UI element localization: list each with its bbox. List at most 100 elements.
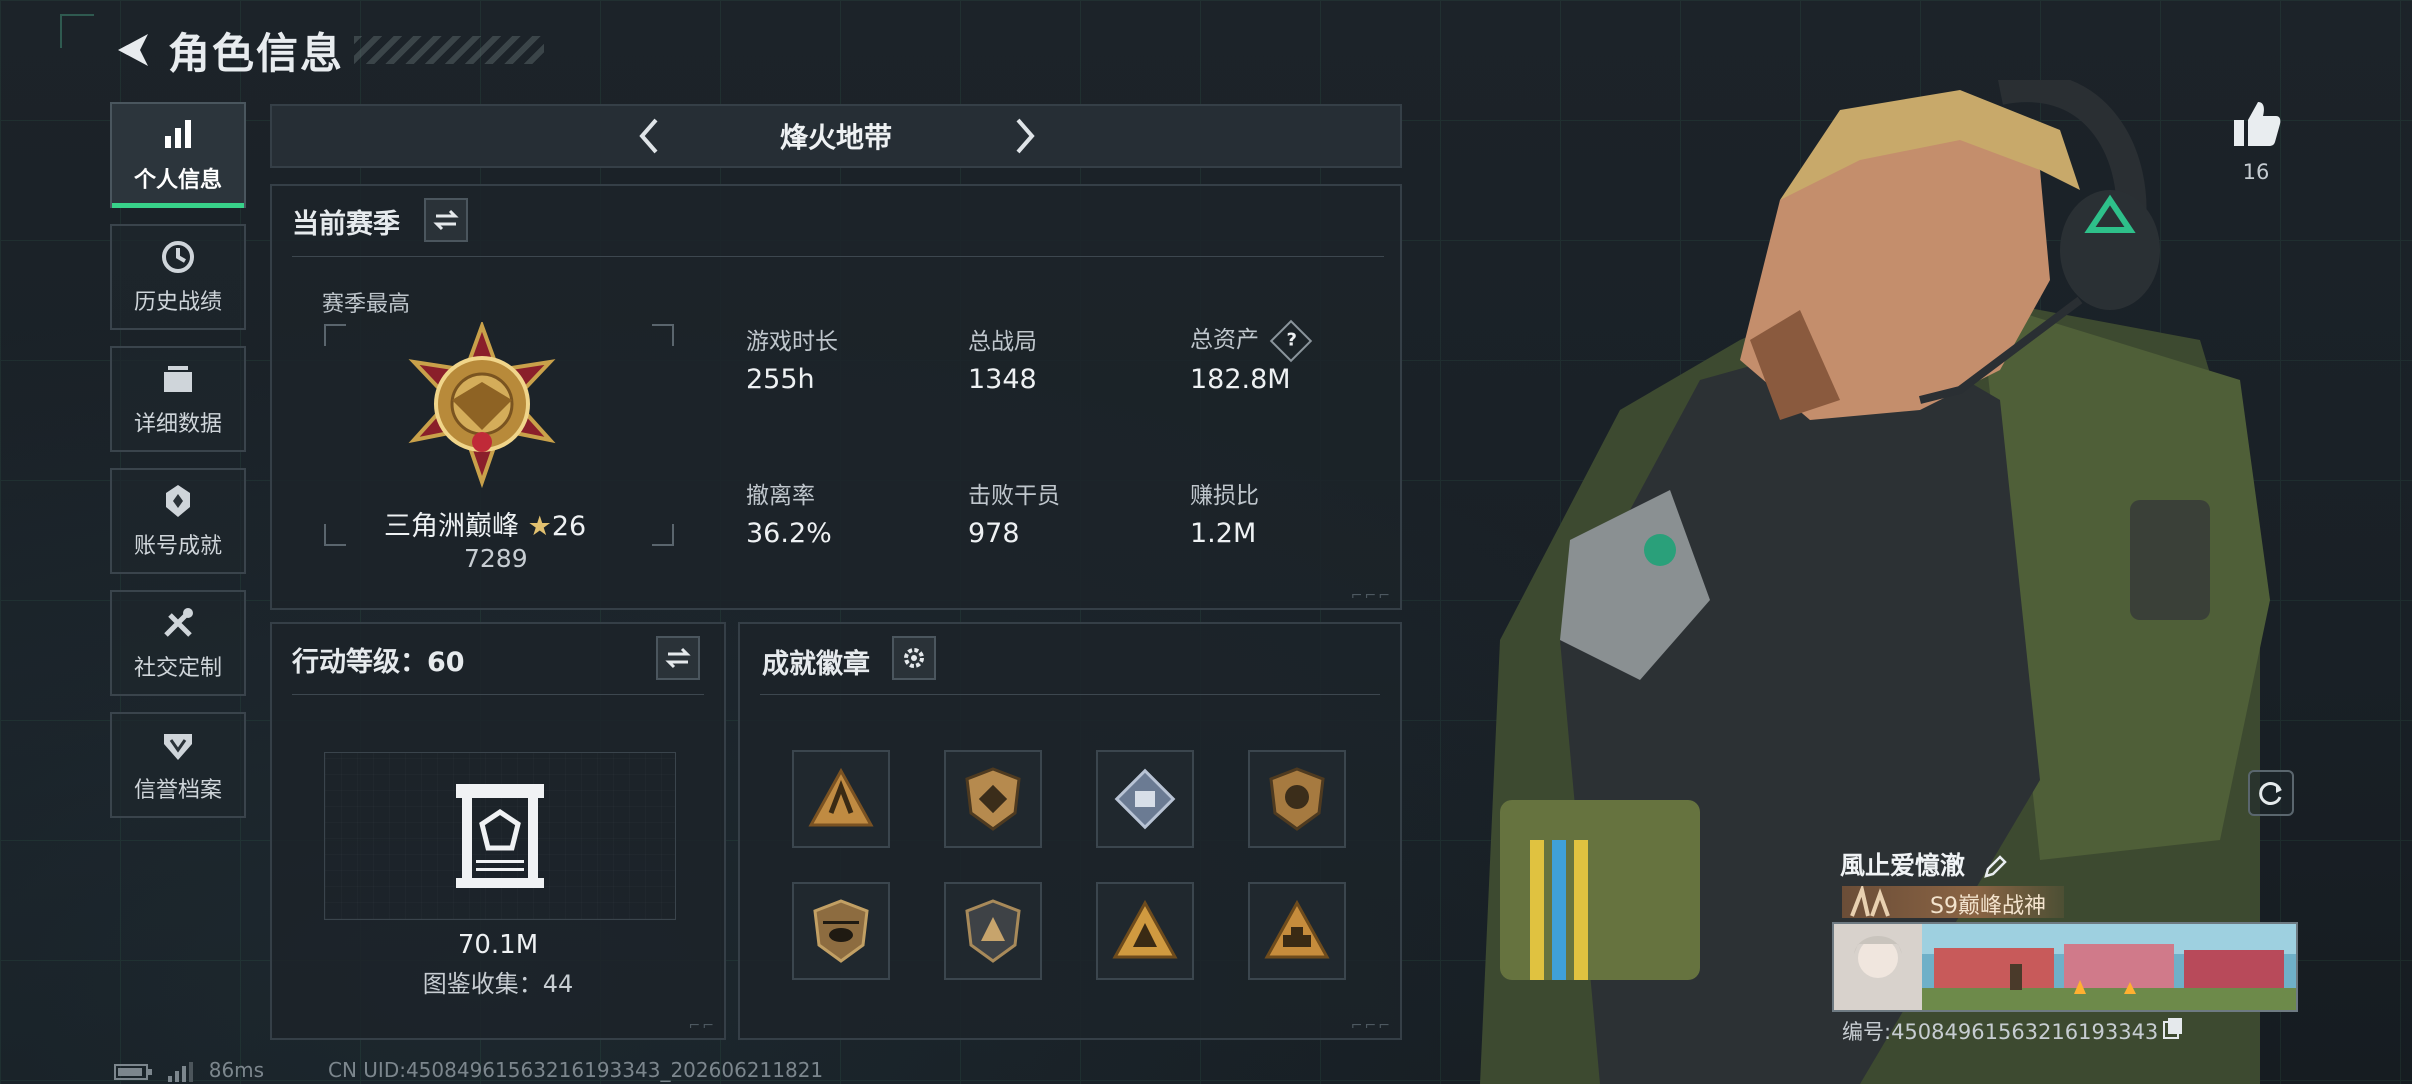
panel-corner-deco: ⌐⌐⌐ bbox=[1350, 588, 1392, 604]
history-icon bbox=[162, 241, 194, 273]
stat-label: 击败干员 bbox=[968, 483, 1060, 509]
chevron-left-icon[interactable] bbox=[630, 116, 670, 156]
player-name: 風止爱憶澈 bbox=[1840, 851, 1966, 880]
season-best-label: 赛季最高 bbox=[322, 292, 411, 317]
star-icon: ★ bbox=[527, 511, 552, 542]
rank-stars: 26 bbox=[551, 511, 587, 542]
achievement-badge[interactable] bbox=[792, 882, 890, 980]
stat-label: 总战局 bbox=[968, 329, 1037, 355]
sidebar-item-profile[interactable]: 个人信息 bbox=[110, 102, 246, 208]
stat-value: 255h bbox=[746, 364, 815, 395]
action-level-title: 行动等级：60 bbox=[292, 647, 465, 678]
stat-value: 978 bbox=[968, 518, 1020, 549]
achievement-badge[interactable] bbox=[792, 750, 890, 848]
sidebar-item-label: 个人信息 bbox=[133, 168, 222, 193]
diamond-badge-icon bbox=[1114, 768, 1176, 830]
achievement-badge[interactable] bbox=[1248, 750, 1346, 848]
dark-shield-badge-icon bbox=[965, 899, 1021, 963]
sidebar-item-achievements[interactable]: 账号成就 bbox=[110, 468, 246, 574]
sidebar-item-label: 详细数据 bbox=[133, 412, 222, 437]
sidebar-item-details[interactable]: 详细数据 bbox=[110, 346, 246, 452]
sidebar-item-label: 历史战绩 bbox=[133, 290, 222, 315]
stat-value: 1348 bbox=[968, 364, 1037, 395]
frame-corner bbox=[324, 524, 346, 546]
back-arrow-icon[interactable] bbox=[110, 28, 154, 72]
copy-icon[interactable] bbox=[2162, 1016, 2184, 1040]
frame-corner bbox=[324, 324, 346, 346]
sidebar-item-credit[interactable]: 信誉档案 bbox=[110, 712, 246, 818]
credit-icon bbox=[164, 734, 192, 760]
shield-lion-badge-icon bbox=[1269, 767, 1325, 831]
rank-line: 三角洲巅峰 ★26 bbox=[384, 504, 586, 543]
rank-name: 三角洲巅峰 bbox=[384, 511, 519, 542]
rank-emblem-icon bbox=[408, 322, 556, 489]
achievements-panel: 成就徽章 ⌐⌐⌐ bbox=[738, 622, 1402, 1040]
chevron-right-icon[interactable] bbox=[1004, 116, 1044, 156]
battery-icon bbox=[114, 1063, 152, 1080]
corner-mark bbox=[60, 14, 94, 48]
achievement-badge[interactable] bbox=[944, 882, 1042, 980]
divider bbox=[760, 694, 1380, 695]
frame-corner bbox=[652, 324, 674, 346]
stat-label: 赚损比 bbox=[1190, 483, 1259, 509]
page-title: 角色信息 bbox=[168, 28, 345, 78]
stat-label: 总资产 bbox=[1190, 327, 1259, 353]
player-card-banner[interactable] bbox=[1832, 922, 2298, 1012]
page-header: 角色信息 bbox=[110, 22, 545, 78]
collection-count: 图鉴收集：44 bbox=[422, 970, 574, 998]
like-count: 16 bbox=[2242, 160, 2270, 184]
achievement-badge[interactable] bbox=[1248, 882, 1346, 980]
rank-title-emblem-icon bbox=[1850, 886, 1890, 917]
folder-icon bbox=[164, 366, 192, 392]
player-id: 编号:4508496156321619334​3 bbox=[1842, 1020, 2159, 1044]
mode-tab-bar: 烽火地带 bbox=[270, 104, 1402, 168]
rank-title: S9巅峰战神 bbox=[1930, 894, 2046, 919]
switch-icon bbox=[665, 647, 691, 669]
switch-icon bbox=[433, 209, 459, 231]
status-bar: 86ms bbox=[114, 1058, 264, 1082]
panel-corner-deco: ⌐⌐ bbox=[688, 1018, 716, 1034]
achievement-badge[interactable] bbox=[1096, 882, 1194, 980]
divider bbox=[292, 256, 1384, 257]
frame-corner bbox=[652, 524, 674, 546]
title-decoration bbox=[354, 36, 545, 64]
panel-corner-deco: ⌐⌐⌐ bbox=[1350, 1018, 1392, 1034]
edit-pencil-icon[interactable] bbox=[1982, 854, 2008, 880]
season-title: 当前赛季 bbox=[292, 209, 400, 240]
achievement-badge[interactable] bbox=[944, 750, 1042, 848]
help-icon[interactable]: ? bbox=[1269, 319, 1313, 362]
triangle-badge-icon bbox=[808, 767, 874, 827]
stat-value: 1.2M bbox=[1190, 518, 1257, 549]
sidebar-item-social[interactable]: 社交定制 bbox=[110, 590, 246, 696]
season-switch-button[interactable] bbox=[424, 198, 468, 242]
action-level-switch-button[interactable] bbox=[656, 636, 700, 680]
collection-cabinet-icon bbox=[456, 784, 544, 888]
refresh-button[interactable] bbox=[2248, 770, 2294, 816]
banner-artwork bbox=[1834, 924, 2296, 1010]
stat-label: 游戏时长 bbox=[746, 329, 838, 355]
ping-value: 86ms bbox=[208, 1058, 265, 1082]
sidebar-item-label: 账号成就 bbox=[133, 534, 222, 559]
gear-icon bbox=[904, 648, 924, 668]
shield-badge-icon bbox=[965, 767, 1021, 831]
action-level-value: 70.1M bbox=[457, 930, 539, 960]
stat-value: 182.8M bbox=[1190, 364, 1291, 395]
divider bbox=[292, 694, 704, 695]
sidebar-item-history[interactable]: 历史战绩 bbox=[110, 224, 246, 330]
mode-tab-label: 烽火地带 bbox=[779, 121, 892, 154]
total-assets-label-row: 总资产 ? bbox=[1190, 319, 1313, 362]
bar-chart-icon bbox=[165, 120, 191, 148]
achievements-title: 成就徽章 bbox=[762, 649, 870, 680]
gold-triangle-badge-icon bbox=[1112, 899, 1178, 959]
thumbs-up-icon[interactable] bbox=[2228, 96, 2282, 150]
sidebar: 个人信息 历史战绩 详细数据 账号成就 社交定制 信誉档案 bbox=[110, 102, 250, 834]
refresh-icon bbox=[2259, 782, 2282, 805]
player-name-row: 風止爱憶澈 bbox=[1840, 846, 2008, 882]
rank-points: 7289 bbox=[464, 544, 528, 573]
achievement-icon bbox=[166, 485, 190, 517]
helicopter-badge-icon bbox=[813, 899, 869, 963]
stat-value: 36.2% bbox=[746, 518, 832, 549]
signal-icon bbox=[168, 1061, 194, 1082]
achievement-badge[interactable] bbox=[1096, 750, 1194, 848]
achievements-settings-button[interactable] bbox=[892, 636, 936, 680]
